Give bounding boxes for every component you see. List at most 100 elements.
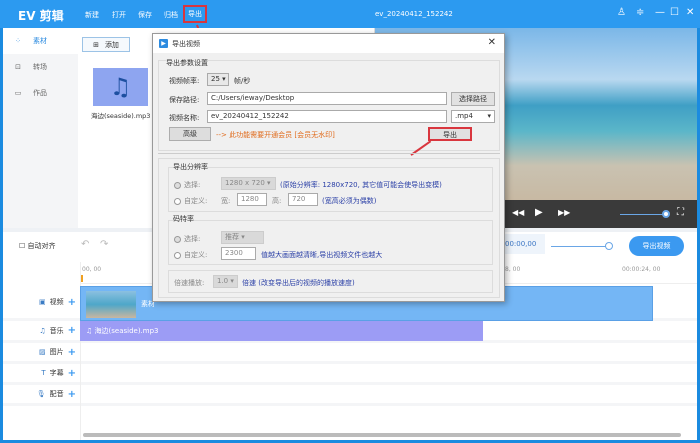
sidebar-item-transition[interactable]: ⊡ 转场 — [3, 54, 78, 80]
add-subtitle-button[interactable]: + — [68, 368, 76, 379]
bitrate-select[interactable]: 推荐 ▾ — [221, 231, 264, 244]
section-title: 码特率 — [173, 214, 194, 224]
close-icon[interactable]: ✕ — [686, 7, 694, 18]
folder-icon: ▭ — [14, 89, 22, 97]
resolution-select[interactable]: 1280 x 720 ▾ — [221, 177, 276, 190]
vip-note: --> 此功能需要开通会员 [会员无水印] — [216, 131, 335, 139]
add-file-icon: ⊞ — [93, 40, 99, 49]
add-music-button[interactable]: + — [68, 325, 76, 336]
radio-label: 自定义: — [184, 197, 208, 205]
track-label-music: ♫ 音乐 + — [3, 321, 80, 340]
name-label: 视频名称: — [169, 114, 200, 122]
add-button[interactable]: ⊞ 添加 — [82, 37, 130, 52]
format-value: .mp4 — [455, 112, 473, 120]
sidebar-item-label: 转场 — [33, 63, 47, 71]
radio-label: 自定义: — [184, 251, 208, 259]
divider — [158, 153, 500, 154]
add-video-button[interactable]: + — [68, 297, 76, 308]
section-title: 导出参数设置 — [166, 58, 208, 68]
bitrate-custom-value: 2300 — [225, 249, 243, 257]
add-label: 添加 — [104, 40, 119, 49]
sidebar-item-label: 素材 — [33, 37, 47, 45]
track-name: 字幕 — [49, 369, 64, 377]
even-note: (宽高必须为偶数) — [322, 197, 377, 205]
auto-align-label: 自动对齐 — [27, 242, 56, 250]
auto-align-checkbox[interactable]: ☐ 自动对齐 — [19, 241, 56, 251]
resolution-value: 1280 x 720 — [225, 179, 265, 187]
menu-open[interactable]: 打开 — [112, 10, 126, 20]
track-row — [3, 343, 697, 364]
width-stepper[interactable]: 1280 — [237, 193, 267, 206]
play-icon[interactable]: ▶ — [535, 207, 543, 218]
minimize-icon[interactable]: — — [655, 7, 665, 18]
dialog-title-bar: ▶ 导出视频 — [153, 34, 504, 53]
rewind-icon[interactable]: ◀◀ — [512, 208, 524, 217]
export-button[interactable]: 导出 — [428, 127, 472, 141]
timecode: 00:00,00 — [503, 234, 545, 254]
app-logo: EV 剪辑 — [18, 9, 64, 23]
ruler-tick-label: 00:00:24, 00 — [622, 266, 661, 273]
resolution-select-radio[interactable]: 选择: — [174, 180, 200, 190]
track-name: 配音 — [49, 390, 64, 398]
bitrate-custom-radio[interactable]: 自定义: — [174, 250, 207, 260]
height-stepper[interactable]: 720 — [288, 193, 318, 206]
bitrate-stepper[interactable]: 2300 — [221, 247, 256, 260]
menu-save[interactable]: 保存 — [138, 10, 152, 20]
sidebar-item-material[interactable]: ⁘ 素材 — [3, 28, 78, 54]
speed-note: 倍速 (改变导出后的视频的播放速度) — [242, 279, 355, 287]
bitrate-select-radio[interactable]: 选择: — [174, 234, 200, 244]
fast-forward-icon[interactable]: ▶▶ — [558, 208, 570, 217]
sidebar-item-works[interactable]: ▭ 作品 — [3, 80, 78, 106]
fullscreen-icon[interactable]: ⛶ — [677, 207, 684, 218]
fps-select[interactable]: 25 ▾ — [207, 73, 229, 86]
image-icon: ▨ — [38, 348, 46, 356]
redo-icon[interactable]: ↷ — [100, 239, 108, 250]
choose-path-button[interactable]: 选择路径 — [451, 92, 495, 106]
radio-label: 选择: — [184, 181, 201, 189]
fps-value: 25 — [211, 75, 220, 83]
name-input[interactable]: ev_20240412_152242 — [207, 110, 447, 123]
bitrate-note: 值越大画面越清晰,导出视频文件也越大 — [261, 251, 383, 259]
ruler-tick-label: 00, 00 — [82, 266, 102, 273]
audio-clip-label: 海边(seaside).mp3 — [94, 327, 159, 335]
timeline-scrollbar[interactable] — [83, 433, 681, 437]
music-icon: ♫ — [39, 326, 46, 335]
dialog-title: 导出视频 — [172, 39, 200, 48]
volume-handle[interactable] — [662, 210, 670, 218]
menu-new[interactable]: 新建 — [85, 10, 99, 20]
volume-slider[interactable] — [620, 214, 666, 215]
transition-icon: ⊡ — [15, 63, 21, 71]
undo-icon[interactable]: ↶ — [81, 239, 89, 250]
zoom-slider[interactable] — [551, 246, 611, 247]
speed-select[interactable]: 1.0 ▾ — [213, 275, 238, 288]
sidebar: ⁘ 素材 ⊡ 转场 ▭ 作品 — [3, 28, 78, 228]
add-dubbing-button[interactable]: + — [68, 389, 76, 400]
path-input[interactable]: C:/Users/ieway/Desktop — [207, 92, 447, 105]
zoom-handle[interactable] — [605, 242, 613, 250]
add-image-button[interactable]: + — [68, 347, 76, 358]
height-value: 720 — [292, 195, 306, 203]
play-logo-icon: ▶ — [159, 39, 168, 48]
user-icon[interactable]: ♙ — [617, 7, 626, 18]
media-item-thumbnail[interactable]: ♫ — [93, 68, 148, 106]
fps-label: 视频帧率: — [169, 77, 200, 85]
height-label: 高: — [272, 197, 282, 205]
resolution-custom-radio[interactable]: 自定义: — [174, 196, 207, 206]
track-name: 音乐 — [49, 326, 64, 335]
maximize-icon[interactable]: ☐ — [670, 7, 679, 18]
radio-label: 选择: — [184, 235, 201, 243]
track-row — [3, 364, 697, 385]
menu-export[interactable]: 导出 — [183, 5, 207, 23]
ruler-tick-label: 8, 00 — [505, 266, 521, 273]
bitrate-value: 推荐 — [225, 233, 239, 241]
skin-icon[interactable]: ≑ — [636, 7, 644, 18]
audio-clip[interactable]: ♫ 海边(seaside).mp3 — [80, 321, 483, 341]
dialog-close-icon[interactable]: ✕ — [488, 37, 496, 48]
fps-unit: 帧/秒 — [234, 77, 251, 85]
export-video-button[interactable]: 导出视频 — [629, 236, 684, 256]
track-label-video: ▣ 视频 + — [3, 286, 80, 318]
menu-archive[interactable]: 归档 — [164, 10, 178, 20]
sidebar-item-label: 作品 — [33, 89, 47, 97]
format-select[interactable]: .mp4 ▾ — [451, 110, 495, 123]
advanced-button[interactable]: 高级 — [169, 127, 211, 141]
